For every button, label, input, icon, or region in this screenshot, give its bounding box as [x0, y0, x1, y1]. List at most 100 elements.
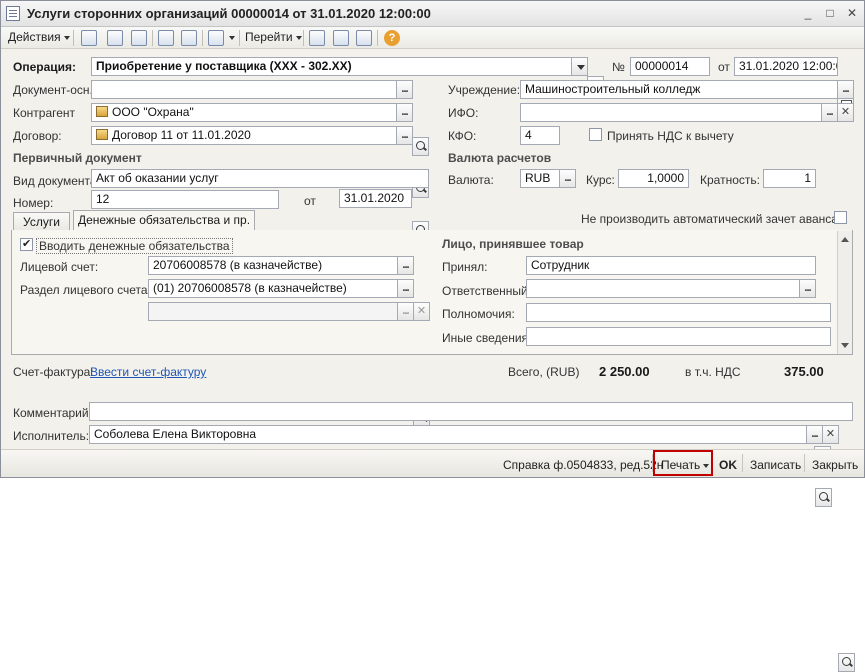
- close-window-button[interactable]: ✕: [843, 5, 861, 22]
- total-value: 2 250.00: [599, 364, 650, 379]
- other-info-field[interactable]: [526, 327, 831, 346]
- actions-menu[interactable]: Действия: [8, 30, 70, 44]
- extra-analytics-clear-icon[interactable]: ✕: [413, 302, 430, 321]
- contract-select-button[interactable]: ...: [396, 126, 413, 145]
- vat-label: в т.ч. НДС: [685, 365, 741, 379]
- operation-dropdown-button[interactable]: [571, 57, 588, 76]
- authority-field[interactable]: [526, 303, 831, 322]
- toolbar-separator: [152, 30, 153, 46]
- multiplicity-field[interactable]: 1: [763, 169, 816, 188]
- kfo-field[interactable]: 4: [520, 126, 560, 145]
- unpost-icon[interactable]: [181, 30, 197, 46]
- currency-select-button[interactable]: ...: [559, 169, 576, 188]
- base-document-search-icon[interactable]: [412, 137, 429, 156]
- executor-search-icon[interactable]: [838, 653, 855, 672]
- document-folder-icon: [96, 129, 108, 140]
- multiplicity-label: Кратность:: [700, 173, 760, 187]
- operation-field[interactable]: Приобретение у поставщика (XXX - 302.XX): [91, 57, 572, 76]
- close-button[interactable]: Закрыть: [812, 458, 858, 472]
- currency-field[interactable]: RUB: [520, 169, 560, 188]
- ifo-select-button[interactable]: ...: [821, 103, 838, 122]
- institution-field[interactable]: Машиностроительный колледж: [520, 80, 838, 99]
- document-icon: [6, 6, 20, 21]
- no-advance-offset-label: Не производить автоматический зачет аван…: [581, 212, 838, 226]
- copy-icon[interactable]: [131, 30, 147, 46]
- toolbar-separator: [377, 30, 378, 46]
- comment-field[interactable]: [89, 402, 853, 421]
- post-icon[interactable]: [158, 30, 174, 46]
- rate-field[interactable]: 1,0000: [618, 169, 689, 188]
- minimize-button[interactable]: _: [799, 5, 817, 22]
- help-icon[interactable]: ?: [384, 30, 400, 46]
- maximize-button[interactable]: □: [821, 5, 839, 22]
- document-date-field[interactable]: 31.01.2020 12:00:00: [734, 57, 838, 76]
- vat-deduction-label: Принять НДС к вычету: [607, 129, 734, 143]
- accepted-label: Принял:: [442, 260, 488, 274]
- extra-analytics-select-button[interactable]: ...: [397, 302, 414, 321]
- title-bar: Услуги сторонних организаций 00000014 от…: [1, 1, 864, 27]
- ifo-clear-icon[interactable]: ✕: [837, 103, 854, 122]
- extra-analytics-field[interactable]: [148, 302, 398, 321]
- toolbar: Действия Перейти ?: [1, 27, 864, 49]
- operation-label: Операция:: [13, 60, 77, 74]
- document-kind-label: Вид документа:: [13, 174, 100, 188]
- responsible-field[interactable]: [526, 279, 800, 298]
- based-on-menu[interactable]: [226, 30, 235, 44]
- no-advance-offset-checkbox[interactable]: [834, 211, 847, 224]
- based-on-icon[interactable]: [208, 30, 224, 46]
- counterparty-field[interactable]: ООО "Охрана": [91, 103, 397, 122]
- toolbar-separator: [303, 30, 304, 46]
- ifo-label: ИФО:: [448, 106, 479, 120]
- base-document-field[interactable]: [91, 80, 397, 99]
- structure-icon[interactable]: [333, 30, 349, 46]
- responsible-select-button[interactable]: ...: [799, 279, 816, 298]
- enter-invoice-link[interactable]: Ввести счет-фактуру: [90, 365, 206, 379]
- total-label: Всего, (RUB): [508, 365, 580, 379]
- toolbar-separator: [202, 30, 203, 46]
- comment-label: Комментарий:: [13, 406, 92, 420]
- accepted-field[interactable]: Сотрудник: [526, 256, 816, 275]
- counterparty-select-button[interactable]: ...: [396, 103, 413, 122]
- other-info-label: Иные сведения:: [442, 331, 532, 345]
- report-0504833-button[interactable]: Справка ф.0504833, ред.52н: [503, 458, 663, 472]
- account-section-select-button[interactable]: ...: [397, 279, 414, 298]
- responsible-label: Ответственный:: [442, 284, 532, 298]
- tab-obligations[interactable]: Денежные обязательства и пр.: [73, 210, 255, 231]
- document-window: Услуги сторонних организаций 00000014 от…: [0, 0, 865, 672]
- institution-select-button[interactable]: ...: [837, 80, 854, 99]
- counterparty-label: Контрагент: [13, 106, 76, 120]
- report-icon[interactable]: [356, 30, 372, 46]
- document-kind-field[interactable]: Акт об оказании услуг: [91, 169, 429, 188]
- account-select-button[interactable]: ...: [397, 256, 414, 275]
- save-button[interactable]: Записать: [750, 458, 801, 472]
- vat-deduction-checkbox[interactable]: [589, 128, 602, 141]
- toolbar-separator: [239, 30, 240, 46]
- institution-label: Учреждение:: [448, 83, 521, 97]
- goto-menu[interactable]: Перейти: [245, 30, 302, 44]
- contract-field[interactable]: Договор 11 от 11.01.2020: [91, 126, 397, 145]
- tab-services[interactable]: Услуги: [13, 212, 70, 231]
- debit-credit-icon[interactable]: [309, 30, 325, 46]
- executor-field[interactable]: Соболева Елена Викторовна: [89, 425, 807, 444]
- account-section-label: Раздел лицевого счета:: [20, 283, 151, 297]
- executor-clear-icon[interactable]: ✕: [822, 425, 839, 444]
- ok-button[interactable]: OK: [719, 458, 737, 472]
- bottom-separator: [742, 454, 743, 472]
- account-section-field[interactable]: (01) 20706008578 (в казначействе): [148, 279, 398, 298]
- responsible-search-icon[interactable]: [815, 488, 832, 507]
- base-document-select-button[interactable]: ...: [396, 80, 413, 99]
- currency-section-title: Валюта расчетов: [448, 151, 552, 165]
- base-document-label: Документ-осн...: [13, 83, 100, 97]
- primary-number-field[interactable]: 12: [91, 190, 279, 209]
- account-field[interactable]: 20706008578 (в казначействе): [148, 256, 398, 275]
- enter-obligations-checkbox[interactable]: [20, 237, 33, 251]
- ifo-field[interactable]: [520, 103, 822, 122]
- post-and-close-icon[interactable]: [81, 30, 97, 46]
- document-number-field[interactable]: 00000014: [630, 57, 710, 76]
- executor-select-button[interactable]: ...: [806, 425, 823, 444]
- refresh-icon[interactable]: [107, 30, 123, 46]
- print-button[interactable]: Печать: [661, 458, 710, 472]
- primary-date-field[interactable]: 31.01.2020: [339, 189, 412, 208]
- enter-obligations-label: Вводить денежные обязательства: [36, 238, 233, 254]
- panel-scrollbar[interactable]: [837, 231, 852, 354]
